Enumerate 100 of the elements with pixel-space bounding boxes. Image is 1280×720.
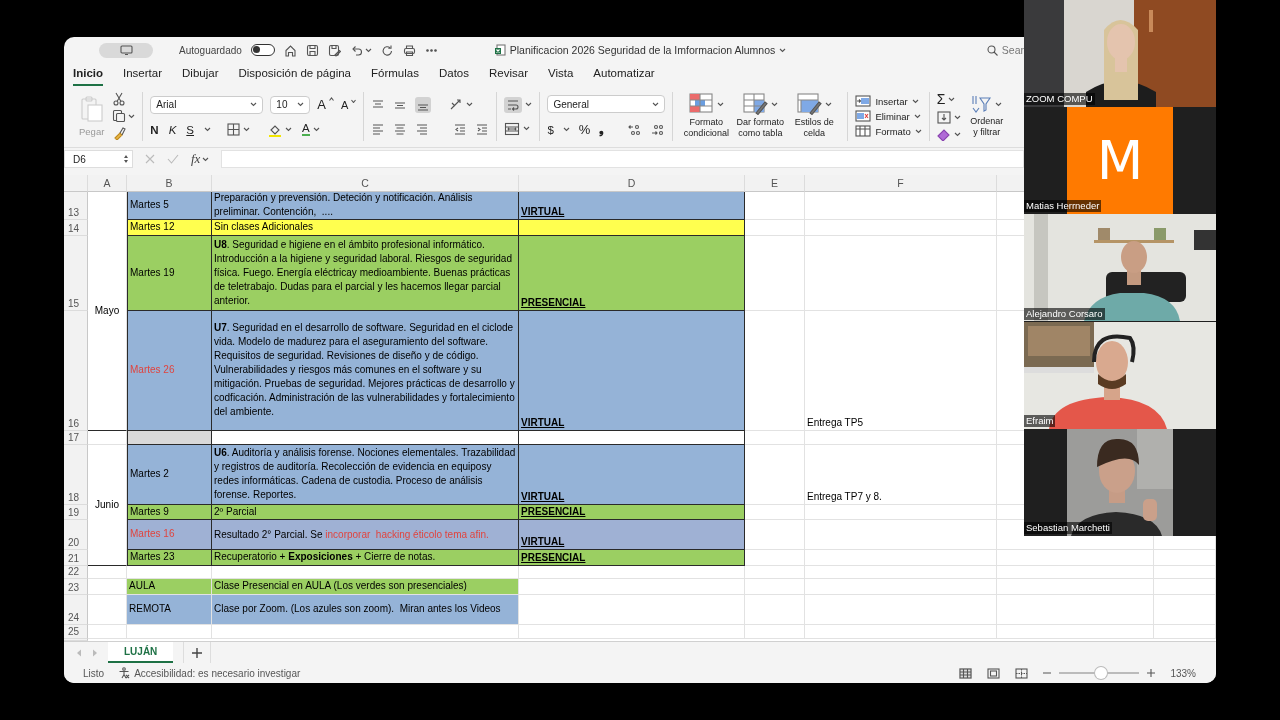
caret-icon[interactable]: [128, 113, 136, 119]
zoom-level[interactable]: 133%: [1170, 667, 1196, 679]
ribbon-tab[interactable]: Vista: [547, 63, 574, 86]
ribbon-tab[interactable]: Revisar: [489, 63, 528, 86]
ribbon-tab[interactable]: Dibujar: [182, 63, 219, 86]
font-color-button[interactable]: A: [302, 123, 320, 137]
cell-styles-button[interactable]: Estilos de celda: [788, 93, 841, 140]
fill-down-icon[interactable]: [936, 111, 951, 125]
grow-font-button[interactable]: A: [317, 97, 335, 113]
indent-decrease-icon[interactable]: [453, 121, 468, 136]
currency-button[interactable]: $: [547, 123, 554, 136]
eraser-icon[interactable]: [936, 128, 951, 142]
column-header[interactable]: C: [212, 174, 519, 192]
zoom-slider[interactable]: [1095, 667, 1107, 679]
row-number[interactable]: 18: [64, 444, 88, 505]
caret-icon[interactable]: [466, 102, 474, 108]
caret-icon[interactable]: [351, 98, 357, 103]
sheet-tab[interactable]: LUJÁN: [108, 642, 174, 664]
insert-cells-button[interactable]: Insertar: [855, 95, 922, 108]
caret-icon[interactable]: [523, 126, 531, 132]
align-bottom-icon[interactable]: [415, 96, 432, 113]
row-number[interactable]: 20: [64, 519, 88, 550]
caret-icon[interactable]: [562, 127, 570, 133]
column-header[interactable]: F: [805, 174, 997, 192]
delete-cells-button[interactable]: Eliminar: [855, 110, 922, 123]
name-box[interactable]: D6: [64, 150, 133, 169]
font-select[interactable]: Arial: [150, 95, 264, 114]
zoom-in-icon[interactable]: [1147, 669, 1156, 677]
merge-cells-icon[interactable]: [504, 121, 521, 136]
search-icon[interactable]: [986, 44, 998, 56]
bold-button[interactable]: N: [150, 123, 159, 136]
caret-icon[interactable]: [911, 98, 919, 104]
caret-icon[interactable]: [995, 101, 1003, 107]
autosum-button[interactable]: Σ: [936, 91, 946, 108]
caret-icon[interactable]: [202, 156, 210, 162]
scissors-icon[interactable]: [112, 92, 127, 107]
caret-icon[interactable]: [953, 115, 961, 121]
add-sheet-icon[interactable]: [192, 647, 203, 658]
formula-field[interactable]: [221, 150, 1024, 169]
caret-icon[interactable]: [779, 47, 787, 53]
caret-up-icon[interactable]: [329, 97, 335, 102]
indent-increase-icon[interactable]: [475, 121, 490, 136]
ribbon-tab[interactable]: Fórmulas: [371, 63, 419, 86]
home-icon[interactable]: [283, 43, 297, 57]
borders-icon[interactable]: [227, 123, 240, 137]
number-format-select[interactable]: General: [547, 95, 666, 114]
caret-icon[interactable]: [285, 127, 292, 133]
font-size-select[interactable]: 10: [270, 95, 311, 114]
caret-icon[interactable]: [243, 127, 250, 133]
row-number[interactable]: 16: [64, 310, 88, 431]
wrap-text-icon[interactable]: [504, 96, 523, 113]
ribbon-tab[interactable]: Disposición de página: [238, 63, 351, 86]
column-header[interactable]: D: [519, 174, 745, 192]
format-painter-icon[interactable]: [112, 126, 127, 141]
caret-icon[interactable]: [652, 101, 660, 107]
ribbon-tab[interactable]: Insertar: [123, 63, 163, 86]
decrease-decimal-icon[interactable]: [651, 123, 666, 136]
caret-icon[interactable]: [953, 132, 961, 138]
column-header[interactable]: B: [127, 174, 212, 192]
page-layout-icon[interactable]: [987, 667, 1001, 679]
sidebar-button[interactable]: [99, 42, 153, 58]
print-icon[interactable]: [402, 43, 416, 57]
increase-decimal-icon[interactable]: [628, 123, 643, 136]
check-icon[interactable]: [167, 154, 179, 165]
ribbon-tab[interactable]: Inicio: [73, 63, 104, 86]
normal-view-icon[interactable]: [959, 667, 973, 679]
column-header[interactable]: A: [88, 174, 127, 192]
autosave-toggle[interactable]: [250, 44, 275, 57]
ribbon-tab[interactable]: Automatizar: [593, 63, 655, 86]
caret-icon[interactable]: [364, 47, 372, 53]
orientation-icon[interactable]: [449, 97, 464, 112]
redo-icon[interactable]: [380, 43, 394, 57]
caret-icon[interactable]: [770, 101, 778, 107]
row-number[interactable]: 24: [64, 594, 88, 625]
caret-icon[interactable]: [297, 102, 305, 108]
percent-button[interactable]: %: [578, 122, 591, 138]
caret-icon[interactable]: [250, 102, 258, 108]
save-as-icon[interactable]: [327, 43, 341, 57]
shrink-font-button[interactable]: A: [341, 98, 357, 111]
format-cells-button[interactable]: Formato: [855, 125, 922, 138]
save-icon[interactable]: [305, 43, 319, 57]
accessibility-button[interactable]: Accesibilidad: es necesario investigar: [118, 667, 301, 679]
page-break-icon[interactable]: [1015, 667, 1029, 679]
caret-icon[interactable]: [948, 96, 956, 102]
ribbon-tab[interactable]: Datos: [438, 63, 469, 86]
caret-icon[interactable]: [204, 127, 211, 133]
comma-style-button[interactable]: ❟: [599, 123, 605, 137]
caret-icon[interactable]: [914, 128, 922, 134]
row-number[interactable]: 13: [64, 191, 88, 220]
italic-button[interactable]: K: [168, 123, 177, 136]
caret-icon[interactable]: [716, 101, 724, 107]
caret-icon[interactable]: [312, 127, 320, 133]
column-header[interactable]: E: [745, 174, 805, 192]
underline-button[interactable]: S: [186, 123, 194, 136]
format-as-table-button[interactable]: Dar formato como tabla: [734, 93, 787, 140]
row-number[interactable]: 15: [64, 235, 88, 311]
caret-icon[interactable]: [824, 101, 832, 107]
insert-function-button[interactable]: fx: [191, 151, 201, 168]
caret-icon[interactable]: [525, 102, 533, 108]
search-field[interactable]: Sear: [1001, 44, 1024, 57]
